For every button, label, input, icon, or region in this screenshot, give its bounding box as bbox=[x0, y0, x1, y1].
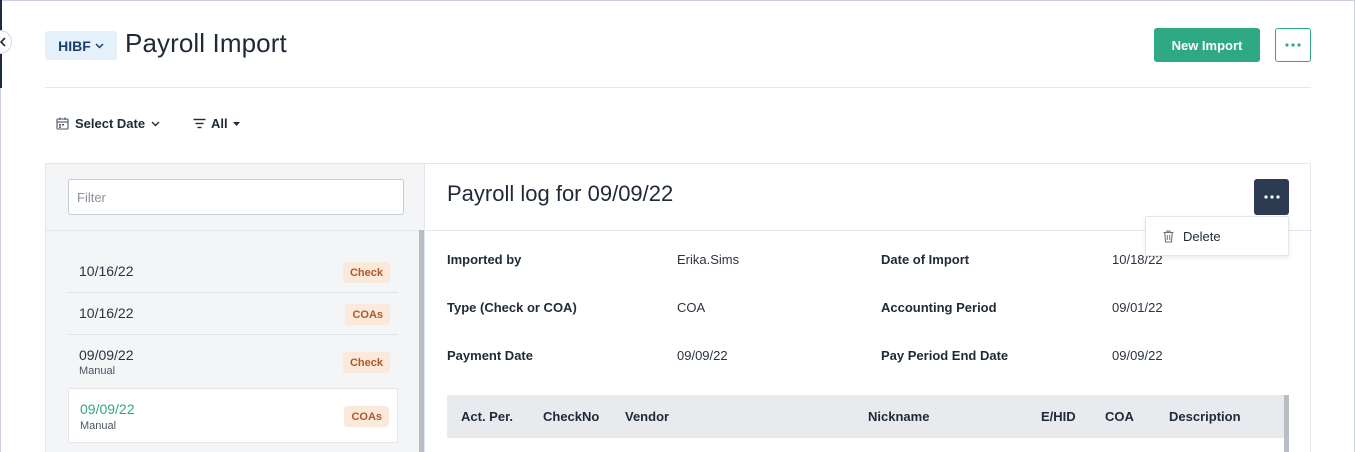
log-date: 10/16/22 bbox=[79, 305, 134, 321]
caret-down-icon bbox=[232, 121, 240, 126]
filter-icon bbox=[193, 118, 206, 129]
log-source: Manual bbox=[80, 420, 117, 432]
column-header-vendor[interactable]: Vendor bbox=[625, 409, 669, 424]
select-date-dropdown[interactable]: Select Date bbox=[56, 116, 160, 131]
payroll-panel: 10/16/22 Check 10/16/22 COAs 09/09/22 Ma… bbox=[45, 163, 1312, 452]
filter-input[interactable] bbox=[68, 179, 404, 215]
log-list-pane: 10/16/22 Check 10/16/22 COAs 09/09/22 Ma… bbox=[46, 164, 425, 452]
list-item[interactable]: 09/09/22 Manual Check bbox=[68, 335, 398, 388]
type-label: Type (Check or COA) bbox=[447, 300, 577, 315]
log-source: Manual bbox=[79, 365, 116, 377]
accounting-period-value: 09/01/22 bbox=[1112, 300, 1163, 315]
type-value: COA bbox=[677, 300, 706, 315]
column-header-coa[interactable]: COA bbox=[1105, 409, 1134, 424]
type-badge: COAs bbox=[345, 304, 390, 325]
more-horizontal-icon bbox=[1263, 195, 1280, 199]
new-import-button[interactable]: New Import bbox=[1154, 28, 1260, 62]
payment-date-value: 09/09/22 bbox=[677, 348, 728, 363]
list-item-selected[interactable]: 09/09/22 Manual COAs bbox=[68, 388, 398, 443]
calendar-icon bbox=[56, 117, 69, 130]
list-item[interactable]: 10/16/22 Check bbox=[68, 251, 398, 293]
log-date: 10/16/22 bbox=[79, 263, 134, 279]
more-horizontal-icon bbox=[1285, 43, 1301, 47]
delete-menu-item[interactable]: Delete bbox=[1183, 229, 1221, 244]
type-badge: Check bbox=[342, 262, 390, 283]
entity-selector[interactable]: HIBF bbox=[45, 31, 117, 60]
column-header-nickname[interactable]: Nickname bbox=[868, 409, 929, 424]
column-header-checkno[interactable]: CheckNo bbox=[543, 409, 599, 424]
date-of-import-label: Date of Import bbox=[881, 252, 970, 267]
log-detail-title: Payroll log for 09/09/22 bbox=[447, 181, 674, 206]
list-item[interactable]: 10/16/22 COAs bbox=[68, 293, 398, 335]
log-date: 09/09/22 bbox=[79, 347, 134, 363]
column-header-description[interactable]: Description bbox=[1169, 409, 1241, 424]
trash-icon bbox=[1163, 229, 1174, 243]
chevron-down-icon bbox=[151, 121, 160, 126]
chevron-down-icon bbox=[95, 42, 104, 49]
chevron-left-icon bbox=[0, 37, 6, 47]
header-more-button[interactable] bbox=[1275, 28, 1311, 62]
imported-by-value: Erika.Sims bbox=[677, 252, 740, 267]
log-date: 09/09/22 bbox=[80, 401, 135, 417]
header-divider bbox=[45, 87, 1311, 88]
pay-period-end-label: Pay Period End Date bbox=[881, 348, 1009, 363]
type-badge: COAs bbox=[344, 406, 389, 427]
grid-header-row: Act. Per. CheckNo Vendor Nickname E/HID … bbox=[447, 395, 1284, 438]
column-header-act-per[interactable]: Act. Per. bbox=[461, 409, 513, 424]
type-filter-label: All bbox=[211, 116, 228, 131]
log-actions-button[interactable] bbox=[1254, 179, 1289, 215]
type-filter-dropdown[interactable]: All bbox=[193, 116, 240, 131]
page-title: Payroll Import bbox=[125, 28, 287, 58]
select-date-label: Select Date bbox=[75, 116, 146, 131]
accounting-period-label: Accounting Period bbox=[881, 300, 997, 315]
column-header-ehid[interactable]: E/HID bbox=[1041, 409, 1076, 424]
imported-by-label: Imported by bbox=[447, 252, 522, 267]
log-actions-menu: Delete bbox=[1145, 216, 1289, 256]
type-badge: Check bbox=[342, 352, 390, 373]
list-divider bbox=[46, 230, 425, 231]
entity-label: HIBF bbox=[58, 37, 91, 54]
list-scrollbar[interactable] bbox=[419, 230, 424, 452]
payment-date-label: Payment Date bbox=[447, 348, 533, 363]
pay-period-end-value: 09/09/22 bbox=[1112, 348, 1163, 363]
grid-scrollbar[interactable] bbox=[1284, 395, 1289, 452]
